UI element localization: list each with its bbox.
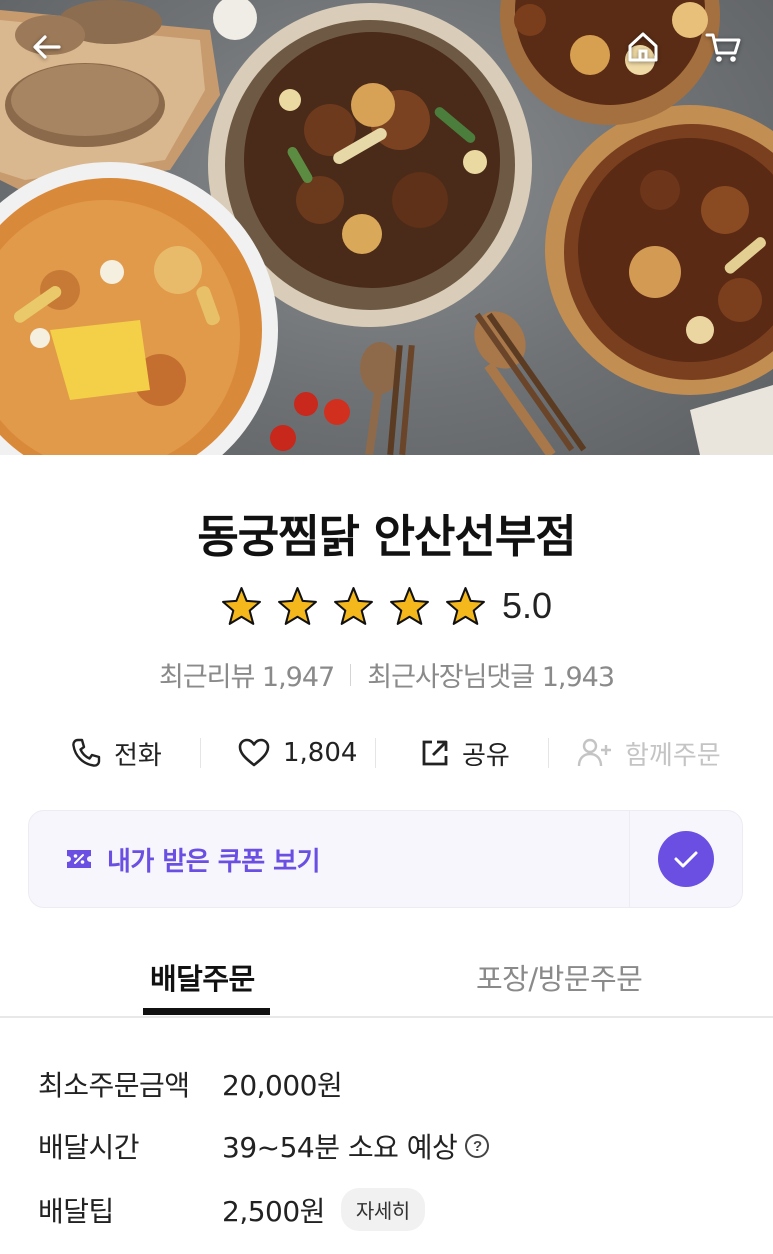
cart-button[interactable] xyxy=(698,22,748,72)
star-icon xyxy=(445,586,485,625)
delivery-tip-label: 배달팁 xyxy=(38,1194,114,1228)
cart-icon xyxy=(705,33,741,62)
delivery-tip-detail-button[interactable]: 자세히 xyxy=(340,1188,425,1231)
order-type-tabs: 배달주문 포장/방문주문 xyxy=(0,942,773,1018)
coupon-icon xyxy=(67,850,91,868)
min-order-value: 20,000원 xyxy=(222,1069,343,1102)
tab-delivery-order[interactable]: 배달주문 xyxy=(150,956,255,998)
like-button[interactable]: 1,804 xyxy=(237,737,357,769)
delivery-tip-row: 배달팁 2,500원 자세히 xyxy=(38,1188,425,1231)
delivery-time-row: 배달시간 39~54분 소요 예상 ? xyxy=(38,1126,490,1166)
call-label: 전화 xyxy=(114,740,162,771)
home-icon xyxy=(628,32,658,62)
divider xyxy=(548,738,549,768)
rating-stars xyxy=(221,586,486,627)
delivery-time-value: 39~54분 소요 예상 xyxy=(222,1131,458,1164)
store-rating: 5.0 xyxy=(0,585,773,627)
group-order-button[interactable]: 함께주문 xyxy=(577,735,721,772)
star-icon xyxy=(389,586,429,625)
star-icon xyxy=(333,586,373,625)
min-order-label: 최소주문금액 xyxy=(38,1069,190,1102)
star-icon xyxy=(221,586,261,625)
heart-icon xyxy=(238,738,270,767)
tab-pickup-order[interactable]: 포장/방문주문 xyxy=(476,956,643,998)
delivery-time-label: 배달시간 xyxy=(38,1131,140,1164)
divider xyxy=(375,738,376,768)
like-count: 1,804 xyxy=(283,738,358,768)
review-summary: 최근리뷰 1,947 최근사장님댓글 1,943 xyxy=(0,655,773,694)
store-hero-image xyxy=(0,0,773,455)
divider xyxy=(350,663,352,686)
back-arrow-icon xyxy=(33,35,61,59)
store-name: 동궁찜닭 안산선부점 xyxy=(197,510,576,563)
group-order-label: 함께주문 xyxy=(625,740,721,771)
recent-review-count[interactable]: 최근리뷰 1,947 xyxy=(159,655,335,694)
min-order-row: 최소주문금액 20,000원 xyxy=(38,1064,343,1104)
delivery-tip-value: 2,500원 xyxy=(222,1194,325,1228)
check-badge xyxy=(658,831,714,887)
store-action-bar: 전화 1,804 공유 함께주문 xyxy=(0,728,773,778)
divider xyxy=(200,738,201,768)
back-button[interactable] xyxy=(22,22,72,72)
phone-icon xyxy=(72,738,101,767)
add-person-icon xyxy=(577,738,611,767)
help-icon[interactable]: ? xyxy=(465,1134,490,1158)
call-button[interactable]: 전화 xyxy=(70,735,162,772)
recent-owner-reply-count[interactable]: 최근사장님댓글 1,943 xyxy=(367,655,615,694)
coupon-confirm-button[interactable] xyxy=(629,810,743,908)
active-tab-indicator xyxy=(143,1008,270,1015)
share-button[interactable]: 공유 xyxy=(420,735,510,772)
check-icon xyxy=(674,851,698,868)
home-button[interactable] xyxy=(618,22,668,72)
share-label: 공유 xyxy=(462,740,510,771)
rating-value: 5.0 xyxy=(501,585,553,626)
share-icon xyxy=(422,740,448,766)
my-coupons-button[interactable]: 내가 받은 쿠폰 보기 xyxy=(28,810,631,908)
coupon-label: 내가 받은 쿠폰 보기 xyxy=(107,846,321,877)
star-icon xyxy=(277,586,317,625)
